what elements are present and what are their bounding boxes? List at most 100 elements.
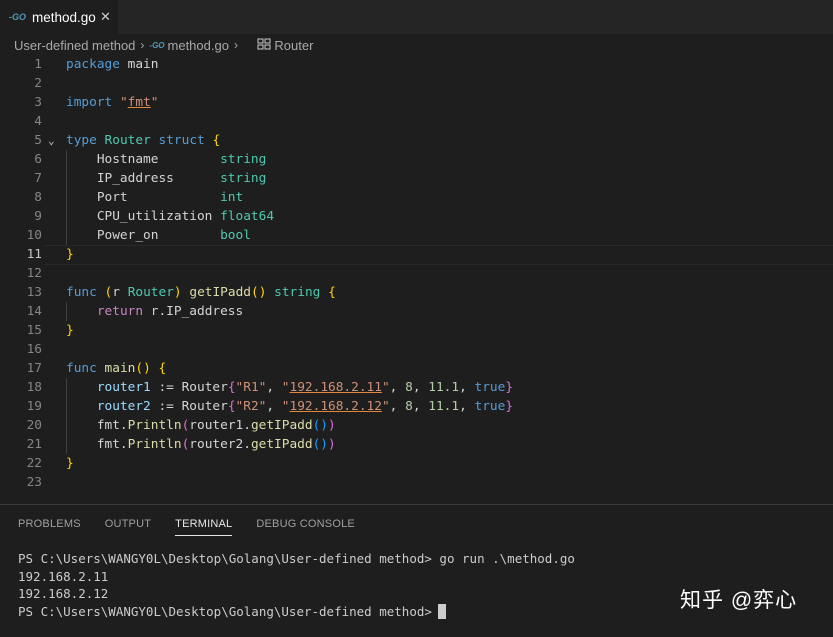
code-line[interactable]: } (66, 321, 74, 340)
line-number: 19 (26, 399, 42, 414)
code-line[interactable]: Power_on bool (66, 226, 251, 245)
chevron-down-icon[interactable]: ⌄ (48, 131, 55, 150)
line-number: 23 (26, 475, 42, 490)
code-token: := Router (150, 399, 228, 414)
line-number: 9 (34, 209, 42, 224)
code-line[interactable]: fmt.Println(router2.getIPadd()) (66, 435, 336, 454)
code-line[interactable]: package main (66, 55, 158, 74)
breadcrumb-file[interactable]: method.go (168, 38, 229, 53)
terminal-prompt: PS C:\Users\WANGY0L\Desktop\Golang\User-… (18, 603, 432, 619)
code-token: , (389, 399, 406, 414)
tab-debug-console[interactable]: DEBUG CONSOLE (256, 518, 355, 536)
code-token: string (274, 285, 321, 300)
line-number: 2 (34, 76, 42, 91)
tab-label: method.go (32, 9, 96, 25)
chevron-right-icon: › (140, 38, 145, 52)
terminal-line: 192.168.2.12 (18, 586, 109, 601)
chevron-right-icon: › (233, 38, 238, 52)
line-number: 6 (34, 152, 42, 167)
line-number: 8 (34, 190, 42, 205)
code-line[interactable]: func main() { (66, 359, 166, 378)
current-line-highlight (44, 245, 833, 265)
code-token: " (281, 380, 290, 395)
code-line[interactable]: } (66, 454, 74, 473)
tab-method-go[interactable]: -GO method.go ✕ (0, 0, 118, 34)
line-number: 14 (26, 304, 42, 319)
code-editor[interactable]: 1 package main 2 3 import "fmt" 4 5 type Router… (0, 55, 833, 503)
line-number: 12 (26, 266, 42, 281)
tab-problems[interactable]: PROBLEMS (18, 518, 81, 536)
code-token: return (96, 304, 144, 319)
code-token: , (266, 380, 282, 395)
code-token: true (474, 399, 506, 414)
code-token: router2 (96, 399, 151, 414)
code-token: fmt (127, 95, 151, 110)
code-line[interactable]: CPU_utilization float64 (66, 207, 274, 226)
code-token: main (119, 57, 159, 72)
code-token: Router (127, 285, 174, 300)
tab-output[interactable]: OUTPUT (105, 518, 151, 536)
go-icon: -GO (149, 40, 165, 50)
code-token: ) (328, 418, 336, 433)
code-token: ) (328, 437, 336, 452)
code-token: Hostname (66, 152, 221, 167)
code-line[interactable]: Hostname string (66, 150, 267, 169)
line-number: 20 (26, 418, 42, 433)
code-token: , (459, 399, 475, 414)
terminal-output[interactable]: PS C:\Users\WANGY0L\Desktop\Golang\User-… (18, 550, 575, 620)
code-token: Router (104, 133, 151, 148)
code-token: router2. (189, 437, 251, 452)
go-icon: -GO (9, 12, 26, 22)
breadcrumb-symbol[interactable]: Router (274, 38, 313, 53)
code-line[interactable]: router1 := Router{"R1", "192.168.2.11", … (66, 378, 513, 397)
tab-terminal[interactable]: TERMINAL (175, 518, 233, 536)
code-token: r.IP_address (143, 304, 244, 319)
code-line[interactable]: } (66, 245, 74, 264)
code-token: " (119, 95, 128, 110)
code-token: Println (127, 418, 182, 433)
panel-tabs: PROBLEMS OUTPUT TERMINAL DEBUG CONSOLE (18, 518, 379, 536)
line-number: 16 (26, 342, 42, 357)
code-token: } (505, 380, 514, 395)
code-line[interactable]: fmt.Println(router1.getIPadd()) (66, 416, 336, 435)
code-token: bool (220, 228, 251, 243)
breadcrumb-folder[interactable]: User-defined method (14, 38, 135, 53)
line-number: 1 (34, 57, 42, 72)
watermark: 知乎 @弈心 (680, 589, 798, 612)
terminal-line: PS C:\Users\WANGY0L\Desktop\Golang\User-… (18, 551, 575, 566)
terminal-prompt-line[interactable]: PS C:\Users\WANGY0L\Desktop\Golang\User-… (18, 603, 575, 621)
close-icon[interactable]: ✕ (100, 9, 111, 25)
code-line[interactable]: type Router struct { (66, 131, 220, 150)
code-line[interactable]: IP_address string (66, 169, 267, 188)
code-token: package (66, 57, 120, 72)
code-line[interactable]: Port int (66, 188, 243, 207)
code-line[interactable]: func (r Router) getIPadd() string { (66, 283, 336, 302)
code-token: func (66, 361, 97, 376)
code-token: , (459, 380, 475, 395)
code-token: { (227, 399, 236, 414)
code-token: Port (66, 190, 221, 205)
code-token: 192.168.2.12 (289, 399, 382, 414)
line-number: 10 (26, 228, 42, 243)
code-token: router1. (189, 418, 251, 433)
code-token: IP_address (66, 171, 221, 186)
code-token: 11.1 (428, 399, 460, 414)
code-line[interactable]: import "fmt" (66, 93, 159, 112)
code-token: type (66, 133, 97, 148)
code-token: "R2" (235, 399, 267, 414)
code-token: router1 (96, 380, 151, 395)
terminal-line: 192.168.2.11 (18, 568, 109, 584)
line-number: 7 (34, 171, 42, 186)
code-token: { (328, 285, 336, 300)
line-number: 18 (26, 380, 42, 395)
code-line[interactable]: return r.IP_address (66, 302, 243, 321)
code-line[interactable]: router2 := Router{"R2", "192.168.2.12", … (66, 397, 513, 416)
code-token: , (266, 399, 282, 414)
